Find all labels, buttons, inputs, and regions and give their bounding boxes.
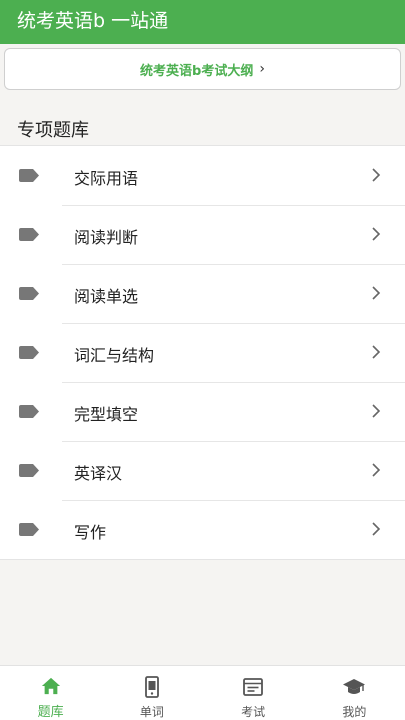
category-list: 交际用语 阅读判断 阅读单选 词汇与结构 完型填空 英译汉 写作 [0, 145, 405, 560]
exam-outline-button[interactable]: 统考英语b考试大纲 › [4, 48, 401, 90]
phone-icon [144, 676, 159, 698]
chevron-right-icon [372, 404, 381, 418]
category-label: 交际用语 [74, 169, 139, 188]
tag-icon [19, 287, 39, 300]
chevron-right-icon [372, 345, 381, 359]
category-item-writing[interactable]: 写作 [0, 500, 405, 559]
app-screen: 统考英语b 一站通 统考英语b考试大纲 › 专项题库 交际用语 阅读判断 阅读单… [0, 0, 405, 720]
category-label: 词汇与结构 [74, 346, 155, 365]
tag-icon [19, 523, 39, 536]
tab-exam[interactable]: 考试 [203, 666, 304, 720]
category-label: 写作 [74, 523, 107, 542]
tag-icon [19, 228, 39, 241]
chevron-right-icon [372, 227, 381, 241]
tab-label: 考试 [241, 705, 266, 719]
tab-label: 单词 [139, 705, 164, 719]
tag-icon [19, 405, 39, 418]
home-icon [41, 677, 60, 695]
tab-question-bank[interactable]: 题库 [0, 666, 101, 720]
tag-icon [19, 169, 39, 182]
bottom-tab-bar: 题库 单词 考试 我的 [0, 665, 405, 720]
section-title: 专项题库 [17, 120, 89, 141]
chevron-right-icon [372, 463, 381, 477]
chevron-right-icon [372, 286, 381, 300]
category-label: 阅读判断 [74, 228, 139, 247]
category-label: 完型填空 [74, 405, 139, 424]
category-item-reading-choice[interactable]: 阅读单选 [0, 264, 405, 323]
tag-icon [19, 346, 39, 359]
category-item-cloze[interactable]: 完型填空 [0, 382, 405, 441]
category-label: 英译汉 [74, 464, 123, 483]
app-title: 统考英语b 一站通 [17, 10, 169, 32]
form-icon [243, 678, 264, 696]
tab-words[interactable]: 单词 [101, 666, 202, 720]
graduation-cap-icon [343, 679, 366, 694]
tab-label: 我的 [342, 705, 367, 719]
category-item-communication[interactable]: 交际用语 [0, 146, 405, 205]
category-item-reading-judgment[interactable]: 阅读判断 [0, 205, 405, 264]
category-item-vocabulary[interactable]: 词汇与结构 [0, 323, 405, 382]
tag-icon [19, 464, 39, 477]
chevron-right-icon [372, 168, 381, 182]
chevron-right-icon [372, 522, 381, 536]
tab-label: 题库 [37, 705, 64, 720]
chevron-right-icon: › [259, 61, 265, 77]
exam-outline-label: 统考英语b考试大纲 [140, 63, 254, 79]
category-label: 阅读单选 [74, 287, 139, 306]
tab-profile[interactable]: 我的 [304, 666, 405, 720]
category-item-translation[interactable]: 英译汉 [0, 441, 405, 500]
app-header: 统考英语b 一站通 [0, 0, 405, 44]
